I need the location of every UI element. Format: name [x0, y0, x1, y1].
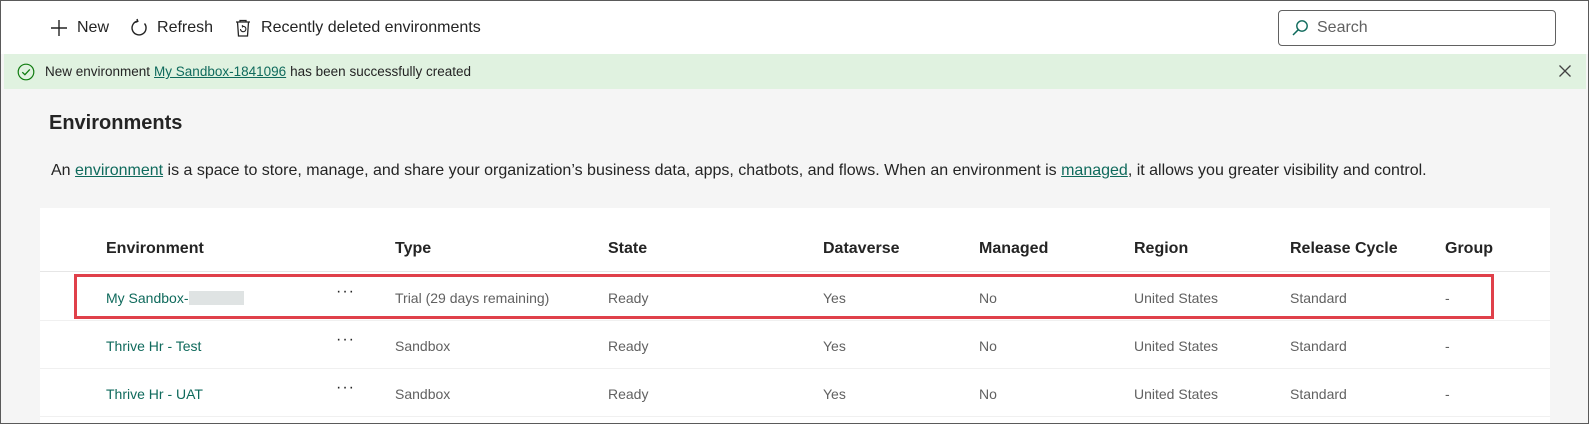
environment-name-link[interactable]: My Sandbox-: [106, 290, 245, 306]
release-cycle-cell: Standard: [1290, 386, 1347, 402]
search-box[interactable]: [1278, 10, 1556, 46]
type-cell: Sandbox: [395, 386, 451, 402]
environments-table: Environment Type State Dataverse Managed…: [40, 208, 1550, 423]
group-cell: -: [1445, 338, 1450, 354]
type-cell: Sandbox: [395, 338, 451, 354]
search-input[interactable]: [1317, 19, 1537, 37]
managed-cell: No: [979, 386, 997, 402]
managed-link[interactable]: managed: [1061, 162, 1128, 179]
column-header-managed[interactable]: Managed: [979, 240, 1048, 258]
environment-link[interactable]: environment: [75, 162, 163, 179]
release-cycle-cell: Standard: [1290, 290, 1347, 306]
recently-deleted-button[interactable]: Recently deleted environments: [233, 10, 481, 46]
dataverse-cell: Yes: [823, 338, 846, 354]
success-banner: New environment My Sandbox-1841096 has b…: [4, 54, 1586, 89]
refresh-button[interactable]: Refresh: [129, 10, 213, 46]
recently-deleted-label: Recently deleted environments: [261, 18, 481, 36]
table-header: Environment Type State Dataverse Managed…: [40, 208, 1550, 272]
group-cell: -: [1445, 290, 1450, 306]
region-cell: United States: [1134, 290, 1219, 306]
type-cell: Trial (29 days remaining): [395, 290, 550, 306]
state-cell: Ready: [608, 386, 649, 402]
app-frame: New Refresh Recently deleted environment…: [0, 0, 1589, 424]
page-description: An environment is a space to store, mana…: [51, 162, 1427, 180]
state-cell: Ready: [608, 290, 649, 306]
managed-cell: No: [979, 338, 997, 354]
page-title: Environments: [49, 112, 183, 134]
environment-name-link[interactable]: Thrive Hr - UAT: [106, 386, 203, 402]
region-cell: United States: [1134, 386, 1219, 402]
more-options-button[interactable]: ···: [336, 283, 355, 301]
desc-text-3: , it allows you greater visibility and c…: [1127, 162, 1427, 179]
state-cell: Ready: [608, 338, 649, 354]
refresh-icon: [131, 18, 147, 36]
column-header-state[interactable]: State: [608, 240, 647, 258]
column-header-dataverse[interactable]: Dataverse: [823, 240, 900, 258]
command-bar: New Refresh Recently deleted environment…: [1, 1, 1588, 54]
more-options-button[interactable]: ···: [336, 331, 355, 349]
column-header-environment[interactable]: Environment: [106, 240, 204, 258]
table-row[interactable]: Thrive Hr - Test ··· Sandbox Ready Yes N…: [40, 321, 1550, 369]
banner-environment-link[interactable]: My Sandbox-1841096: [154, 64, 286, 79]
plus-icon: [51, 19, 67, 36]
column-header-group[interactable]: Group: [1445, 240, 1493, 258]
check-circle-icon: [17, 63, 35, 80]
more-options-button[interactable]: ···: [336, 379, 355, 397]
new-label: New: [77, 18, 110, 36]
environment-name-link[interactable]: Thrive Hr - Test: [106, 338, 201, 354]
release-cycle-cell: Standard: [1290, 338, 1347, 354]
banner-suffix: has been successfully created: [290, 64, 471, 79]
new-button[interactable]: New: [49, 10, 109, 46]
close-icon[interactable]: [1558, 64, 1572, 78]
desc-text-2: is a space to store, manage, and share y…: [167, 162, 1057, 179]
table-row[interactable]: Thrive Hr - UAT ··· Sandbox Ready Yes No…: [40, 369, 1550, 417]
redacted-id: [189, 291, 245, 305]
desc-text-1: An: [51, 162, 71, 179]
dataverse-cell: Yes: [823, 290, 846, 306]
column-header-release-cycle[interactable]: Release Cycle: [1290, 240, 1398, 258]
group-cell: -: [1445, 386, 1450, 402]
column-header-region[interactable]: Region: [1134, 240, 1188, 258]
managed-cell: No: [979, 290, 997, 306]
search-icon: [1292, 20, 1308, 36]
dataverse-cell: Yes: [823, 386, 846, 402]
refresh-label: Refresh: [157, 18, 214, 36]
table-row[interactable]: My Sandbox- ··· Trial (29 days remaining…: [40, 273, 1550, 321]
banner-prefix: New environment: [45, 64, 151, 79]
column-header-type[interactable]: Type: [395, 240, 431, 258]
trash-restore-icon: [236, 19, 251, 37]
region-cell: United States: [1134, 338, 1219, 354]
